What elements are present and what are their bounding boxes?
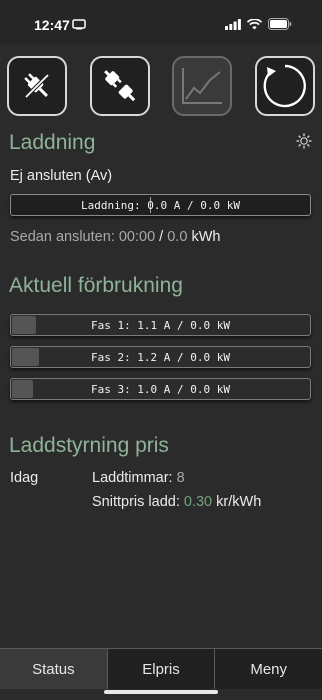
consumption-section-title: Aktuell förbrukning bbox=[9, 274, 183, 297]
charging-state: Ej ansluten (Av) bbox=[10, 168, 113, 184]
wifi-icon bbox=[247, 18, 262, 29]
charge-hours-label: Laddtimmar: bbox=[92, 470, 173, 486]
since-connected-time: 00:00 bbox=[118, 229, 156, 245]
connect-button[interactable] bbox=[89, 56, 150, 116]
chart-icon bbox=[182, 68, 223, 104]
avg-price-value: 0.30 bbox=[183, 494, 213, 510]
cellular-signal-icon bbox=[225, 18, 241, 30]
phase-1-label: Fas 1: 1.1 A / 0.0 kW bbox=[90, 318, 231, 332]
screen-mirroring-icon bbox=[72, 19, 86, 30]
charging-section-title: Laddning bbox=[9, 131, 96, 154]
settings-gear-icon[interactable] bbox=[296, 133, 312, 149]
since-connected-label: Sedan ansluten: bbox=[10, 229, 115, 245]
charging-bar: Laddning: 0.0 A / 0.0 kW bbox=[10, 194, 311, 216]
tab-elpris[interactable]: Elpris bbox=[108, 649, 216, 689]
action-button-row bbox=[7, 56, 315, 116]
avg-price-unit: kr/kWh bbox=[216, 494, 262, 510]
since-connected-energy: 0.0 bbox=[167, 229, 188, 245]
tab-meny[interactable]: Meny bbox=[215, 649, 322, 689]
since-connected-unit: kWh bbox=[191, 229, 221, 245]
avg-price-label: Snittpris ladd: bbox=[92, 494, 180, 510]
phase-2-bar: Fas 2: 1.2 A / 0.0 kW bbox=[10, 346, 311, 368]
home-indicator[interactable] bbox=[104, 690, 218, 694]
charging-bar-label: Laddning: 0.0 A / 0.0 kW bbox=[81, 198, 240, 212]
plug-disconnected-icon bbox=[24, 73, 50, 99]
battery-icon bbox=[268, 18, 292, 30]
charge-hours-value: 8 bbox=[176, 470, 185, 486]
tab-bar: Status Elpris Meny bbox=[0, 648, 322, 689]
avg-price-row: Snittpris ladd: 0.30 kr/kWh bbox=[92, 494, 261, 510]
statistics-button[interactable] bbox=[172, 56, 233, 116]
phase-3-label: Fas 3: 1.0 A / 0.0 kW bbox=[90, 382, 231, 396]
pricing-section-title: Laddstyrning pris bbox=[9, 434, 169, 457]
phase-1-bar: Fas 1: 1.1 A / 0.0 kW bbox=[10, 314, 311, 336]
since-connected-row: Sedan ansluten: 00:00 / 0.0 kWh bbox=[10, 229, 220, 245]
plug-connect-icon bbox=[103, 70, 135, 102]
charge-hours-row: Laddtimmar: 8 bbox=[92, 470, 185, 486]
tab-status[interactable]: Status bbox=[0, 649, 108, 689]
phase-2-label: Fas 2: 1.2 A / 0.0 kW bbox=[90, 350, 231, 364]
since-connected-separator: / bbox=[159, 229, 164, 245]
phase-3-bar: Fas 3: 1.0 A / 0.0 kW bbox=[10, 378, 311, 400]
clock: 12:47 bbox=[34, 17, 70, 33]
status-bar: 12:47 bbox=[0, 0, 322, 44]
refresh-icon bbox=[263, 64, 306, 108]
refresh-button[interactable] bbox=[254, 56, 315, 116]
disconnect-button[interactable] bbox=[7, 56, 67, 116]
pricing-day: Idag bbox=[10, 470, 39, 486]
